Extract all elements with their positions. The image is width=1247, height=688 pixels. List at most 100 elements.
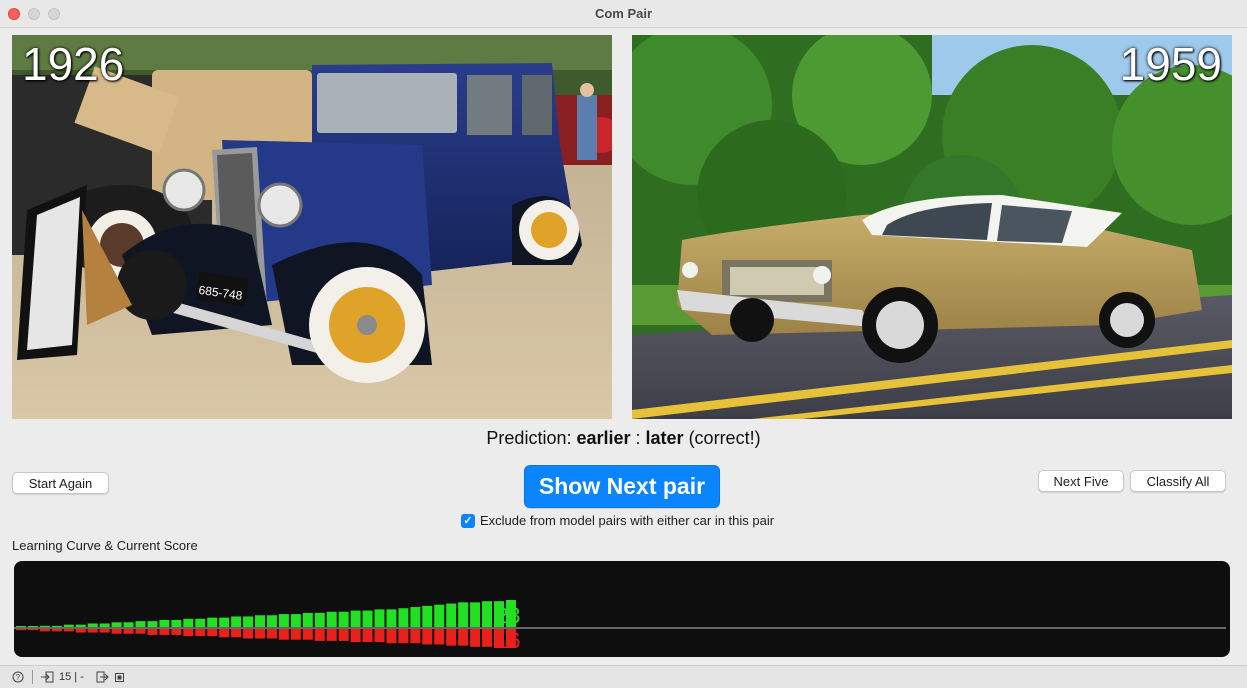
correct-score: 23 <box>496 603 521 628</box>
correct-bar <box>75 624 86 627</box>
correct-bar <box>171 619 182 627</box>
correct-bar <box>326 611 337 627</box>
incorrect-bar <box>326 629 337 641</box>
incorrect-bar <box>123 629 134 634</box>
incorrect-bar <box>278 629 289 640</box>
correct-bar <box>195 618 206 627</box>
incorrect-bar <box>470 629 481 647</box>
window-title: Com Pair <box>594 6 653 21</box>
next-five-button[interactable]: Next Five <box>1038 470 1124 492</box>
right-car-image: 1959 <box>632 35 1232 419</box>
show-next-pair-button[interactable]: Show Next pair <box>524 465 720 508</box>
left-year-label: 1926 <box>22 38 125 90</box>
exclude-checkbox-label: Exclude from model pairs with either car… <box>480 513 775 528</box>
correct-bar <box>27 626 38 627</box>
incorrect-bar <box>99 629 110 633</box>
correct-bar <box>243 616 254 627</box>
incorrect-bar <box>135 629 146 634</box>
left-car-image: 685-748 1926 <box>12 35 612 419</box>
correct-bar <box>374 609 385 627</box>
incorrect-bar <box>87 629 98 633</box>
exclude-checkbox[interactable]: ✓ <box>461 513 475 528</box>
incorrect-bar <box>159 629 170 635</box>
incorrect-bar <box>266 629 277 639</box>
correct-bar <box>482 601 493 627</box>
incorrect-bar <box>39 629 50 632</box>
output-preview-icon[interactable] <box>114 672 124 682</box>
incorrect-bar <box>398 629 409 644</box>
incorrect-bar <box>27 629 38 631</box>
incorrect-bar <box>63 629 74 632</box>
correct-bar <box>278 614 289 627</box>
incorrect-bar <box>111 629 122 634</box>
correct-bar <box>458 602 469 627</box>
incorrect-bar <box>16 629 26 631</box>
incorrect-bar <box>374 629 385 643</box>
correct-bar <box>123 622 134 627</box>
incorrect-bar <box>171 629 182 635</box>
learning-curve-chart: 23 16 <box>14 561 1230 657</box>
correct-bar <box>410 607 421 627</box>
incorrect-bar <box>302 629 313 640</box>
correct-bar <box>63 624 74 627</box>
correct-bar <box>386 609 397 627</box>
incorrect-bar <box>183 629 194 637</box>
right-year-label: 1959 <box>1119 38 1222 90</box>
correct-bar <box>314 612 325 627</box>
correct-bar <box>159 619 170 627</box>
input-count: 15 | - <box>59 671 84 683</box>
incorrect-bar <box>458 629 469 646</box>
learning-curve-label: Learning Curve & Current Score <box>12 538 198 553</box>
incorrect-bar <box>147 629 158 635</box>
correct-bar <box>350 610 361 627</box>
incorrect-bar <box>51 629 62 632</box>
correct-bar <box>87 623 98 627</box>
incorrect-score: 16 <box>496 628 521 653</box>
prediction-separator: : <box>630 428 646 448</box>
exclude-checkbox-row[interactable]: ✓ Exclude from model pairs with either c… <box>461 513 774 528</box>
correct-bar <box>39 625 50 627</box>
correct-bar <box>111 622 122 627</box>
incorrect-bar <box>338 629 349 641</box>
incorrect-bar <box>434 629 445 645</box>
incorrect-bar <box>362 629 373 643</box>
learning-curve-svg <box>14 600 1226 648</box>
incorrect-bar <box>290 629 301 640</box>
correct-bar <box>434 604 445 627</box>
correct-bar <box>231 616 242 627</box>
title-bar: Com Pair <box>0 0 1247 28</box>
correct-bar <box>470 602 481 627</box>
status-bar: ? 15 | - <box>0 665 1247 688</box>
start-again-button[interactable]: Start Again <box>12 472 109 494</box>
correct-bar <box>135 621 146 627</box>
svg-text:?: ? <box>16 673 21 682</box>
input-icon[interactable] <box>41 671 54 683</box>
prediction-prefix: Prediction: <box>486 428 577 448</box>
incorrect-bar <box>195 629 206 637</box>
incorrect-bar <box>243 629 254 639</box>
correct-bar <box>266 615 277 627</box>
incorrect-bar <box>231 629 242 638</box>
incorrect-bar <box>255 629 265 639</box>
correct-bar <box>255 615 265 627</box>
incorrect-bar <box>410 629 421 644</box>
correct-bar <box>219 617 230 627</box>
incorrect-bar <box>422 629 433 645</box>
incorrect-bar <box>446 629 457 646</box>
correct-bar <box>99 623 110 627</box>
incorrect-bar <box>314 629 325 641</box>
correct-bar <box>446 603 457 627</box>
prediction-first: earlier <box>576 428 631 448</box>
prediction-result: (correct!) <box>683 428 761 448</box>
correct-bar <box>207 617 218 627</box>
correct-bar <box>362 610 373 627</box>
help-icon[interactable]: ? <box>12 671 24 683</box>
incorrect-bar <box>482 629 493 647</box>
correct-bar <box>302 612 313 627</box>
output-icon[interactable] <box>96 671 109 683</box>
incorrect-bar <box>75 629 86 633</box>
prediction-text: Prediction: earlier : later (correct!) <box>0 428 1247 449</box>
incorrect-bar <box>350 629 361 643</box>
incorrect-bar <box>386 629 397 644</box>
classify-all-button[interactable]: Classify All <box>1130 470 1226 492</box>
